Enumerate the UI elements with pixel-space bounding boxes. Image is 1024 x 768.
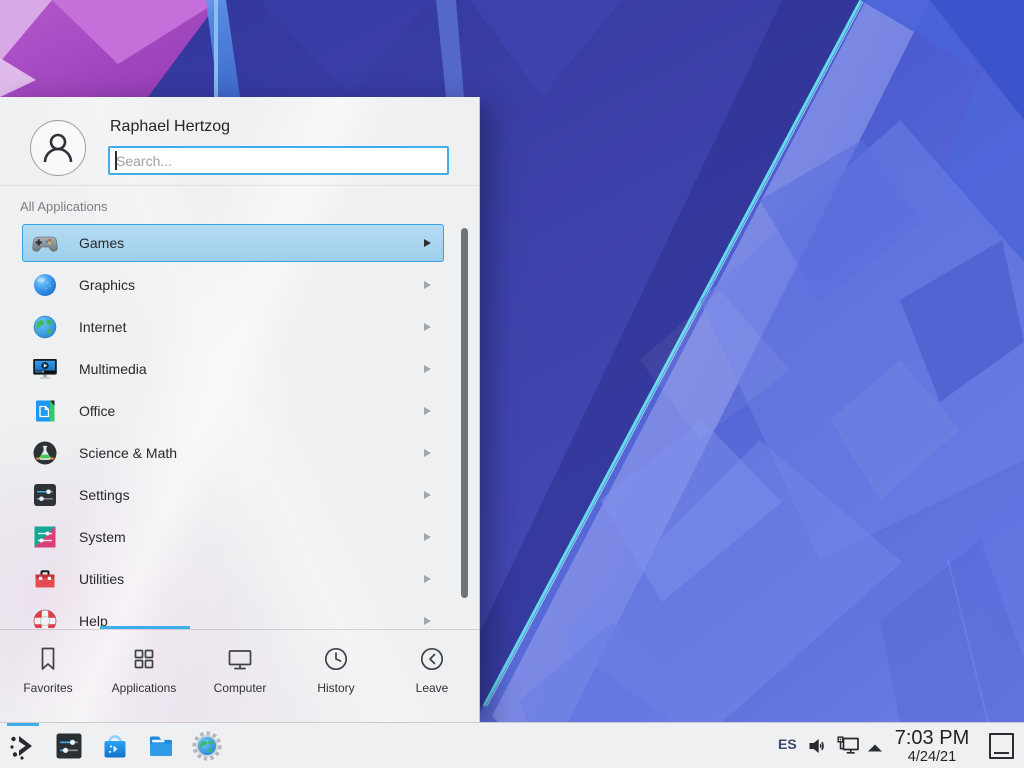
list-scrollbar[interactable] bbox=[461, 228, 468, 598]
category-label: Internet bbox=[79, 319, 424, 335]
application-launcher-menu: Raphael Hertzog All Applications Games bbox=[0, 97, 480, 722]
category-help[interactable]: Help bbox=[22, 602, 444, 628]
submenu-arrow-icon bbox=[424, 533, 431, 541]
flask-icon bbox=[31, 439, 59, 467]
category-settings[interactable]: Settings bbox=[22, 476, 444, 514]
web-browser-icon bbox=[191, 730, 223, 762]
system-settings-icon bbox=[53, 730, 85, 762]
category-label: Games bbox=[79, 235, 424, 251]
submenu-arrow-icon bbox=[424, 239, 431, 247]
category-label: Utilities bbox=[79, 571, 424, 587]
leave-circle-icon bbox=[417, 644, 447, 674]
category-label: Multimedia bbox=[79, 361, 424, 377]
user-avatar[interactable] bbox=[30, 120, 86, 176]
submenu-arrow-icon bbox=[424, 323, 431, 331]
lifebuoy-icon bbox=[31, 607, 59, 628]
system-settings-button[interactable] bbox=[53, 730, 85, 762]
user-name: Raphael Hertzog bbox=[110, 118, 230, 136]
user-icon bbox=[38, 128, 78, 168]
app-launcher-button[interactable] bbox=[7, 730, 39, 762]
category-list: Games Graphics bbox=[0, 220, 480, 628]
category-label: System bbox=[79, 529, 424, 545]
clock-date: 4/24/21 bbox=[908, 749, 956, 765]
web-browser-button[interactable] bbox=[191, 730, 223, 762]
category-graphics[interactable]: Graphics bbox=[22, 266, 444, 304]
category-office[interactable]: Office bbox=[22, 392, 444, 430]
bookmark-icon bbox=[33, 644, 63, 674]
category-utilities[interactable]: Utilities bbox=[22, 560, 444, 598]
paint-ball-icon bbox=[31, 271, 59, 299]
clock-time: 7:03 PM bbox=[895, 728, 969, 749]
search-input[interactable] bbox=[108, 146, 449, 175]
active-app-indicator bbox=[7, 723, 39, 726]
category-label: Science & Math bbox=[79, 445, 424, 461]
submenu-arrow-icon bbox=[424, 281, 431, 289]
submenu-arrow-icon bbox=[424, 491, 431, 499]
grid-icon bbox=[129, 644, 159, 674]
active-tab-indicator bbox=[100, 626, 190, 629]
digital-clock[interactable]: 7:03 PM 4/24/21 bbox=[887, 724, 977, 768]
volume-icon[interactable] bbox=[806, 734, 830, 758]
discover-icon bbox=[99, 730, 131, 762]
file-manager-button[interactable] bbox=[145, 730, 177, 762]
tab-favorites[interactable]: Favorites bbox=[0, 630, 96, 722]
category-label: Office bbox=[79, 403, 424, 419]
category-label: Graphics bbox=[79, 277, 424, 293]
header-separator bbox=[0, 185, 479, 186]
tab-history[interactable]: History bbox=[288, 630, 384, 722]
kde-launcher-icon bbox=[7, 730, 39, 762]
network-icon[interactable] bbox=[836, 734, 862, 758]
show-desktop-button[interactable] bbox=[989, 733, 1014, 759]
category-multimedia[interactable]: Multimedia bbox=[22, 350, 444, 388]
discover-button[interactable] bbox=[99, 730, 131, 762]
submenu-arrow-icon bbox=[424, 449, 431, 457]
expand-tray-icon[interactable] bbox=[866, 740, 884, 752]
category-science-math[interactable]: Science & Math bbox=[22, 434, 444, 472]
gamepad-icon bbox=[31, 229, 59, 257]
launcher-tabbar: Favorites Applications Computer bbox=[0, 630, 480, 722]
toolbox-icon bbox=[31, 565, 59, 593]
submenu-arrow-icon bbox=[424, 617, 431, 625]
sliders-icon bbox=[31, 481, 59, 509]
text-cursor bbox=[115, 151, 117, 170]
category-games[interactable]: Games bbox=[22, 224, 444, 262]
category-system[interactable]: System bbox=[22, 518, 444, 556]
tab-computer[interactable]: Computer bbox=[192, 630, 288, 722]
globe-icon bbox=[31, 313, 59, 341]
tab-applications[interactable]: Applications bbox=[96, 630, 192, 722]
submenu-arrow-icon bbox=[424, 407, 431, 415]
clock-icon bbox=[321, 644, 351, 674]
keyboard-layout-indicator[interactable]: ES bbox=[778, 736, 797, 752]
tab-leave[interactable]: Leave bbox=[384, 630, 480, 722]
section-label: All Applications bbox=[20, 199, 107, 214]
submenu-arrow-icon bbox=[424, 575, 431, 583]
file-manager-icon bbox=[145, 730, 177, 762]
category-label: Settings bbox=[79, 487, 424, 503]
documents-icon bbox=[31, 397, 59, 425]
taskbar-panel: ES 7:03 PM 4/24/21 bbox=[0, 722, 1024, 768]
system-sliders-icon bbox=[31, 523, 59, 551]
media-player-icon bbox=[31, 355, 59, 383]
taskbar-apps bbox=[7, 723, 223, 768]
desktop: Raphael Hertzog All Applications Games bbox=[0, 0, 1024, 768]
monitor-icon bbox=[225, 644, 255, 674]
category-internet[interactable]: Internet bbox=[22, 308, 444, 346]
submenu-arrow-icon bbox=[424, 365, 431, 373]
